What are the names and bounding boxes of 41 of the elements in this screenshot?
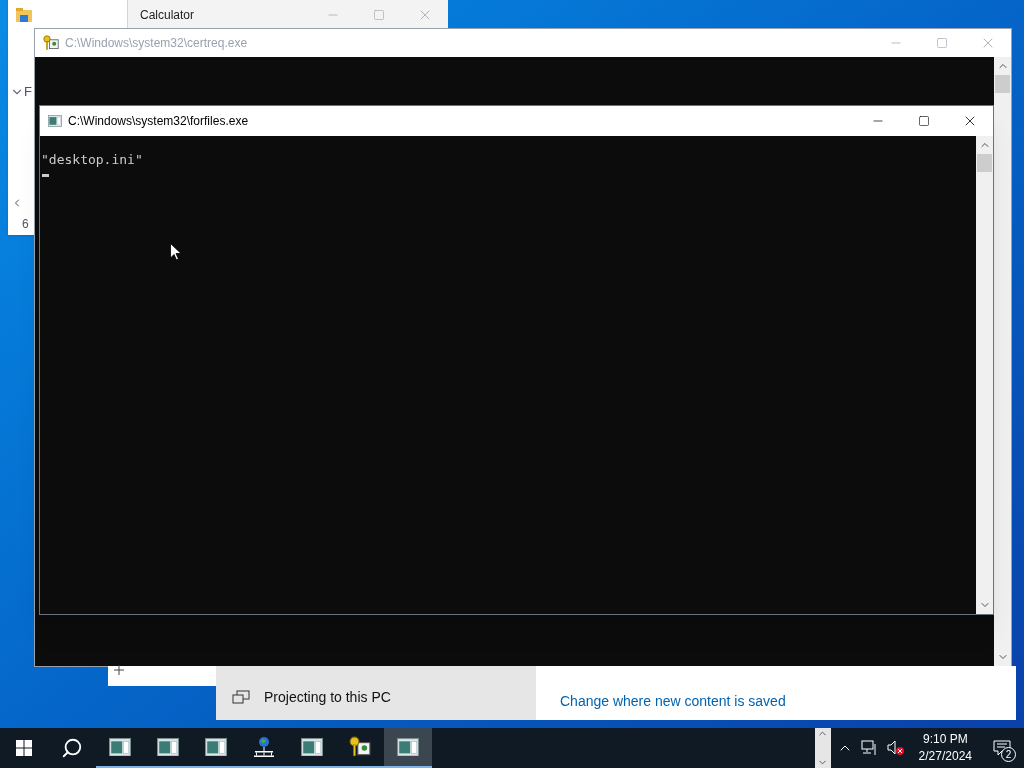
status-text: 6 xyxy=(22,216,29,233)
window-title: C:\Windows\system32\forfiles.exe xyxy=(68,113,249,130)
message-icon xyxy=(993,740,1011,756)
settings-link[interactable]: Change where new content is saved xyxy=(560,690,786,712)
scrollbar[interactable] xyxy=(976,136,993,614)
key-certificate-icon xyxy=(349,736,371,758)
console-icon xyxy=(48,115,62,127)
scrollbar-thumb[interactable] xyxy=(977,154,992,172)
projector-icon xyxy=(232,690,250,704)
console-icon xyxy=(157,737,179,757)
console-icon xyxy=(205,737,227,757)
clock[interactable]: 9:10 PM 2/27/2024 xyxy=(910,728,980,768)
windows-logo-icon xyxy=(16,740,32,756)
window-title: C:\Windows\system32\certreq.exe xyxy=(65,35,248,52)
folder-icon xyxy=(16,8,32,22)
scrollbar[interactable] xyxy=(994,57,1011,666)
clock-date: 2/27/2024 xyxy=(918,748,972,765)
mouse-pointer-icon xyxy=(170,243,182,261)
network-globe-icon xyxy=(253,736,275,758)
maximize-icon xyxy=(918,115,930,127)
key-certificate-icon xyxy=(43,35,59,51)
volume-muted-icon[interactable] xyxy=(886,740,905,756)
console-output: "desktop.ini" xyxy=(41,152,144,168)
network-icon[interactable] xyxy=(860,740,879,756)
clock-time: 9:10 PM xyxy=(922,731,968,748)
move-icon xyxy=(114,665,124,675)
taskbar-app-button[interactable] xyxy=(384,728,432,768)
console-icon xyxy=(301,737,323,757)
notification-count: 2 xyxy=(1001,747,1016,762)
console-icon xyxy=(109,737,131,757)
settings-nav-item[interactable]: Projecting to this PC xyxy=(264,686,391,708)
console-icon xyxy=(397,737,419,757)
window-title: Calculator xyxy=(140,7,195,24)
section-label: F xyxy=(24,83,32,101)
taskbar-scroller[interactable] xyxy=(814,728,831,768)
notification-button[interactable]: 2 xyxy=(980,728,1024,768)
text-cursor xyxy=(42,174,49,177)
maximize-icon xyxy=(373,9,385,21)
maximize-icon xyxy=(936,37,948,49)
search-icon xyxy=(61,737,83,759)
scrollbar-thumb[interactable] xyxy=(995,75,1010,93)
